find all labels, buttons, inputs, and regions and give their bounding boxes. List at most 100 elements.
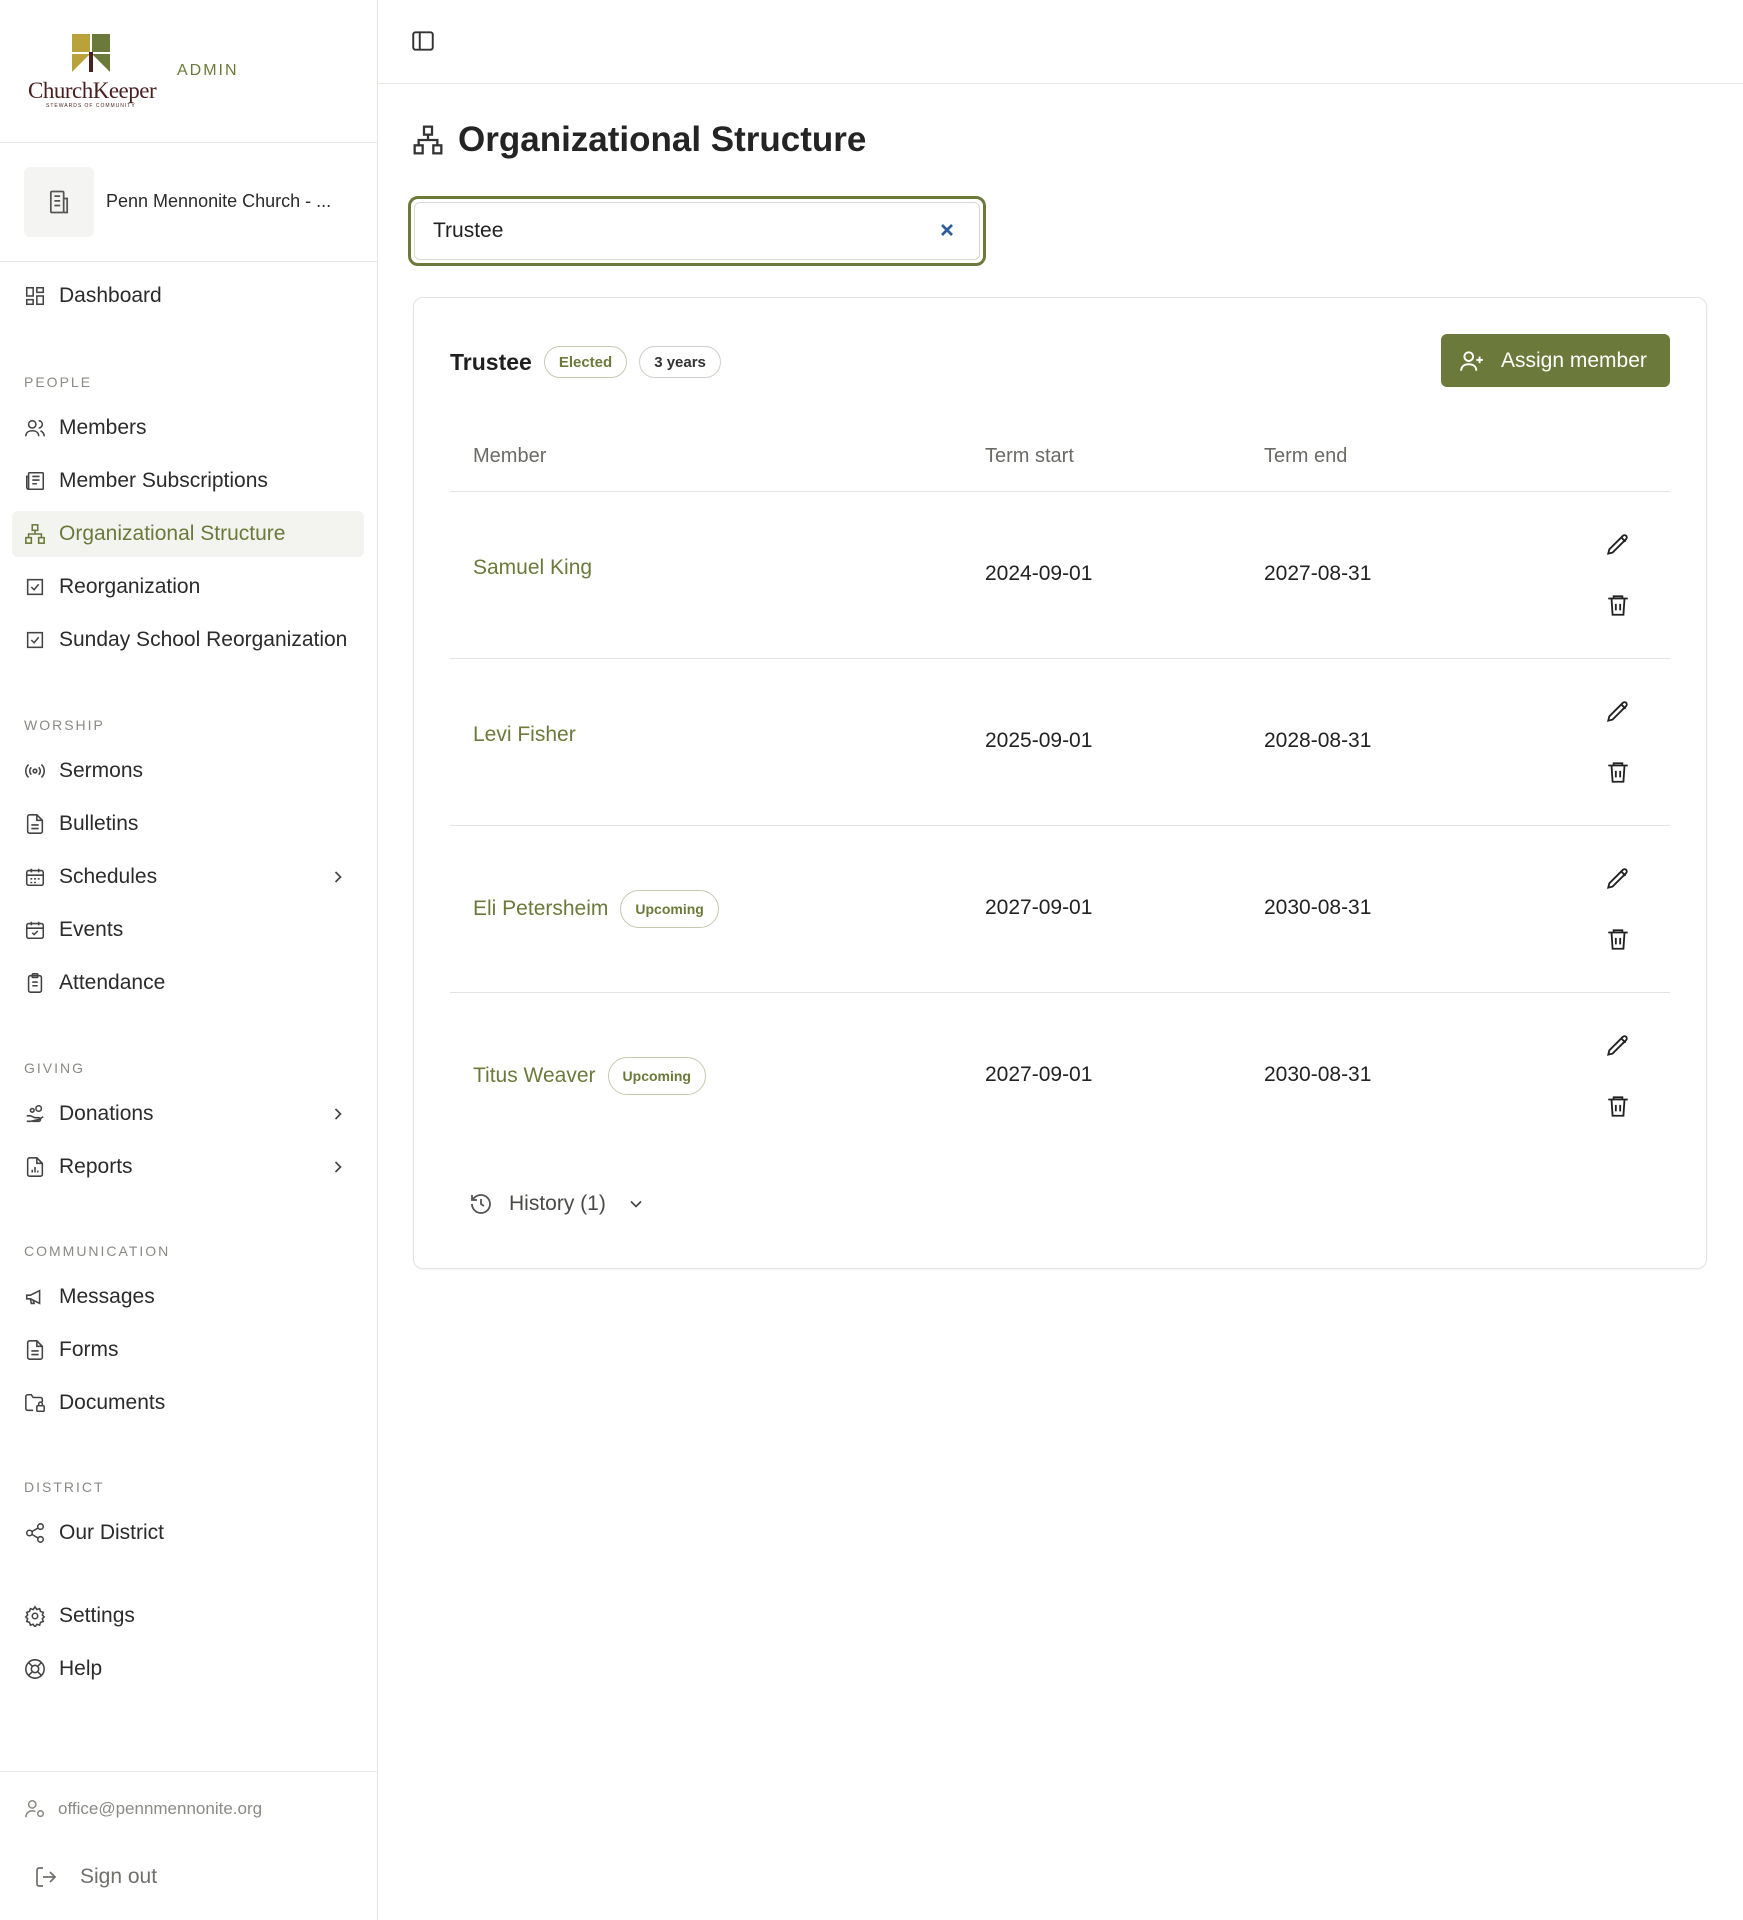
sidebar-item-donations[interactable]: Donations — [12, 1091, 364, 1137]
sign-out-label: Sign out — [80, 1865, 158, 1888]
trash-icon[interactable] — [1605, 592, 1631, 618]
sidebar-item-forms[interactable]: Forms — [12, 1327, 364, 1373]
role-type-badge: Elected — [543, 346, 628, 378]
member-cell: Eli Petersheim Upcoming — [473, 890, 731, 928]
trash-icon[interactable] — [1605, 926, 1631, 952]
sign-out-button[interactable]: Sign out — [34, 1865, 157, 1889]
user-plus-icon — [1460, 350, 1483, 371]
newspaper-icon — [24, 470, 46, 492]
clipboard-list-icon — [24, 972, 46, 994]
member-cell: Samuel King — [473, 556, 592, 580]
trash-icon[interactable] — [1605, 1093, 1631, 1119]
org-switcher[interactable]: Penn Mennonite Church - ... — [0, 143, 377, 262]
sidebar-item-schedules[interactable]: Schedules — [12, 854, 364, 900]
section-district: DISTRICT — [24, 1479, 105, 1495]
sidebar-item-label: Organizational Structure — [59, 522, 286, 545]
megaphone-icon — [24, 1286, 46, 1308]
sidebar-item-our-district[interactable]: Our District — [12, 1510, 364, 1556]
member-name-link[interactable]: Eli Petersheim — [473, 897, 608, 921]
table-row: Levi Fisher 2025-09-01 2028-08-31 — [450, 659, 1670, 826]
sidebar-item-label: Reports — [59, 1155, 133, 1178]
edit-pencil-icon[interactable] — [1605, 532, 1631, 558]
role-card: Trustee Elected 3 years Assign member Me… — [413, 297, 1707, 1269]
term-end: 2030-08-31 — [1264, 1063, 1372, 1086]
member-cell: Titus Weaver Upcoming — [473, 1057, 718, 1095]
assign-member-label: Assign member — [1501, 348, 1647, 372]
member-name-link[interactable]: Titus Weaver — [473, 1064, 596, 1088]
term-end: 2030-08-31 — [1264, 896, 1372, 919]
column-term-start: Term start — [985, 445, 1074, 467]
term-end: 2027-08-31 — [1264, 562, 1372, 585]
life-buoy-icon — [24, 1658, 46, 1680]
term-length-badge: 3 years — [639, 346, 721, 378]
gear-icon — [24, 1605, 46, 1627]
sidebar-item-attendance[interactable]: Attendance — [12, 960, 364, 1006]
section-worship: WORSHIP — [24, 717, 105, 733]
chevron-right-icon — [334, 871, 342, 883]
sidebar-item-label: Members — [59, 416, 147, 439]
term-start: 2027-09-01 — [985, 1063, 1093, 1086]
history-label: History (1) — [509, 1192, 606, 1215]
logo-text: ChurchKeeper — [28, 78, 157, 103]
sidebar-item-label: Documents — [59, 1391, 166, 1414]
trash-icon[interactable] — [1605, 759, 1631, 785]
upcoming-badge: Upcoming — [607, 1057, 706, 1095]
sidebar-item-label: Member Subscriptions — [59, 469, 268, 492]
sidebar-item-member-subscriptions[interactable]: Member Subscriptions — [12, 458, 364, 504]
sidebar-item-label: Our District — [59, 1521, 164, 1544]
column-term-end: Term end — [1264, 445, 1348, 467]
file-text-icon — [24, 1339, 46, 1361]
user-cog-icon — [24, 1798, 46, 1820]
sidebar-item-sunday-school-reorganization[interactable]: Sunday School Reorganization — [12, 617, 364, 663]
sidebar-item-documents[interactable]: Documents — [12, 1380, 364, 1426]
log-out-icon — [34, 1865, 58, 1889]
role-search-input[interactable] — [433, 213, 913, 249]
role-card-header: Trustee Elected 3 years — [450, 346, 733, 378]
chevron-right-icon — [334, 1161, 342, 1173]
table-header: Member Term start Term end — [450, 425, 1670, 492]
ballot-box-icon — [24, 629, 46, 651]
role-title: Trustee — [450, 348, 532, 375]
admin-label: ADMIN — [177, 62, 239, 79]
term-start: 2027-09-01 — [985, 896, 1093, 919]
hand-coins-icon — [24, 1103, 46, 1125]
chevron-down-icon — [630, 1200, 642, 1208]
sidebar-item-reports[interactable]: Reports — [12, 1144, 364, 1190]
term-start: 2025-09-01 — [985, 729, 1093, 752]
user-email-row: office@pennmennonite.org — [24, 1798, 262, 1820]
churchkeeper-logo-icon — [72, 34, 110, 72]
sidebar-item-messages[interactable]: Messages — [12, 1274, 364, 1320]
sidebar-item-bulletins[interactable]: Bulletins — [12, 801, 364, 847]
edit-pencil-icon[interactable] — [1605, 1033, 1631, 1059]
sidebar-item-members[interactable]: Members — [12, 405, 364, 451]
sidebar-item-reorganization[interactable]: Reorganization — [12, 564, 364, 610]
sidebar-item-label: Messages — [59, 1285, 155, 1308]
sidebar-item-label: Schedules — [59, 865, 158, 888]
column-member: Member — [473, 445, 547, 467]
history-toggle[interactable]: History (1) — [469, 1192, 646, 1216]
edit-pencil-icon[interactable] — [1605, 866, 1631, 892]
table-row: Samuel King 2024-09-01 2027-08-31 — [450, 492, 1670, 659]
sidebar: ChurchKeeper STEWARDS OF COMMUNITY ADMIN… — [0, 0, 378, 1920]
file-text-icon — [24, 813, 46, 835]
clear-icon[interactable] — [937, 220, 957, 240]
section-communication: COMMUNICATION — [24, 1243, 171, 1259]
sidebar-item-sermons[interactable]: Sermons — [12, 748, 364, 794]
sidebar-item-settings[interactable]: Settings — [12, 1593, 364, 1639]
assign-member-button[interactable]: Assign member — [1441, 334, 1670, 387]
panel-left-icon[interactable] — [410, 28, 436, 54]
member-name-link[interactable]: Levi Fisher — [473, 723, 576, 747]
users-icon — [24, 417, 46, 439]
role-search — [408, 196, 986, 266]
org-chart-icon — [413, 125, 443, 155]
sidebar-item-events[interactable]: Events — [12, 907, 364, 953]
edit-pencil-icon[interactable] — [1605, 699, 1631, 725]
file-chart-icon — [24, 1156, 46, 1178]
sidebar-item-dashboard[interactable]: Dashboard — [12, 273, 364, 319]
sidebar-item-organizational-structure[interactable]: Organizational Structure — [12, 511, 364, 557]
sidebar-item-help[interactable]: Help — [12, 1646, 364, 1692]
member-name-link[interactable]: Samuel King — [473, 556, 592, 580]
dashboard-icon — [24, 285, 46, 307]
logo-area: ChurchKeeper STEWARDS OF COMMUNITY ADMIN — [0, 0, 377, 143]
section-giving: GIVING — [24, 1060, 86, 1076]
